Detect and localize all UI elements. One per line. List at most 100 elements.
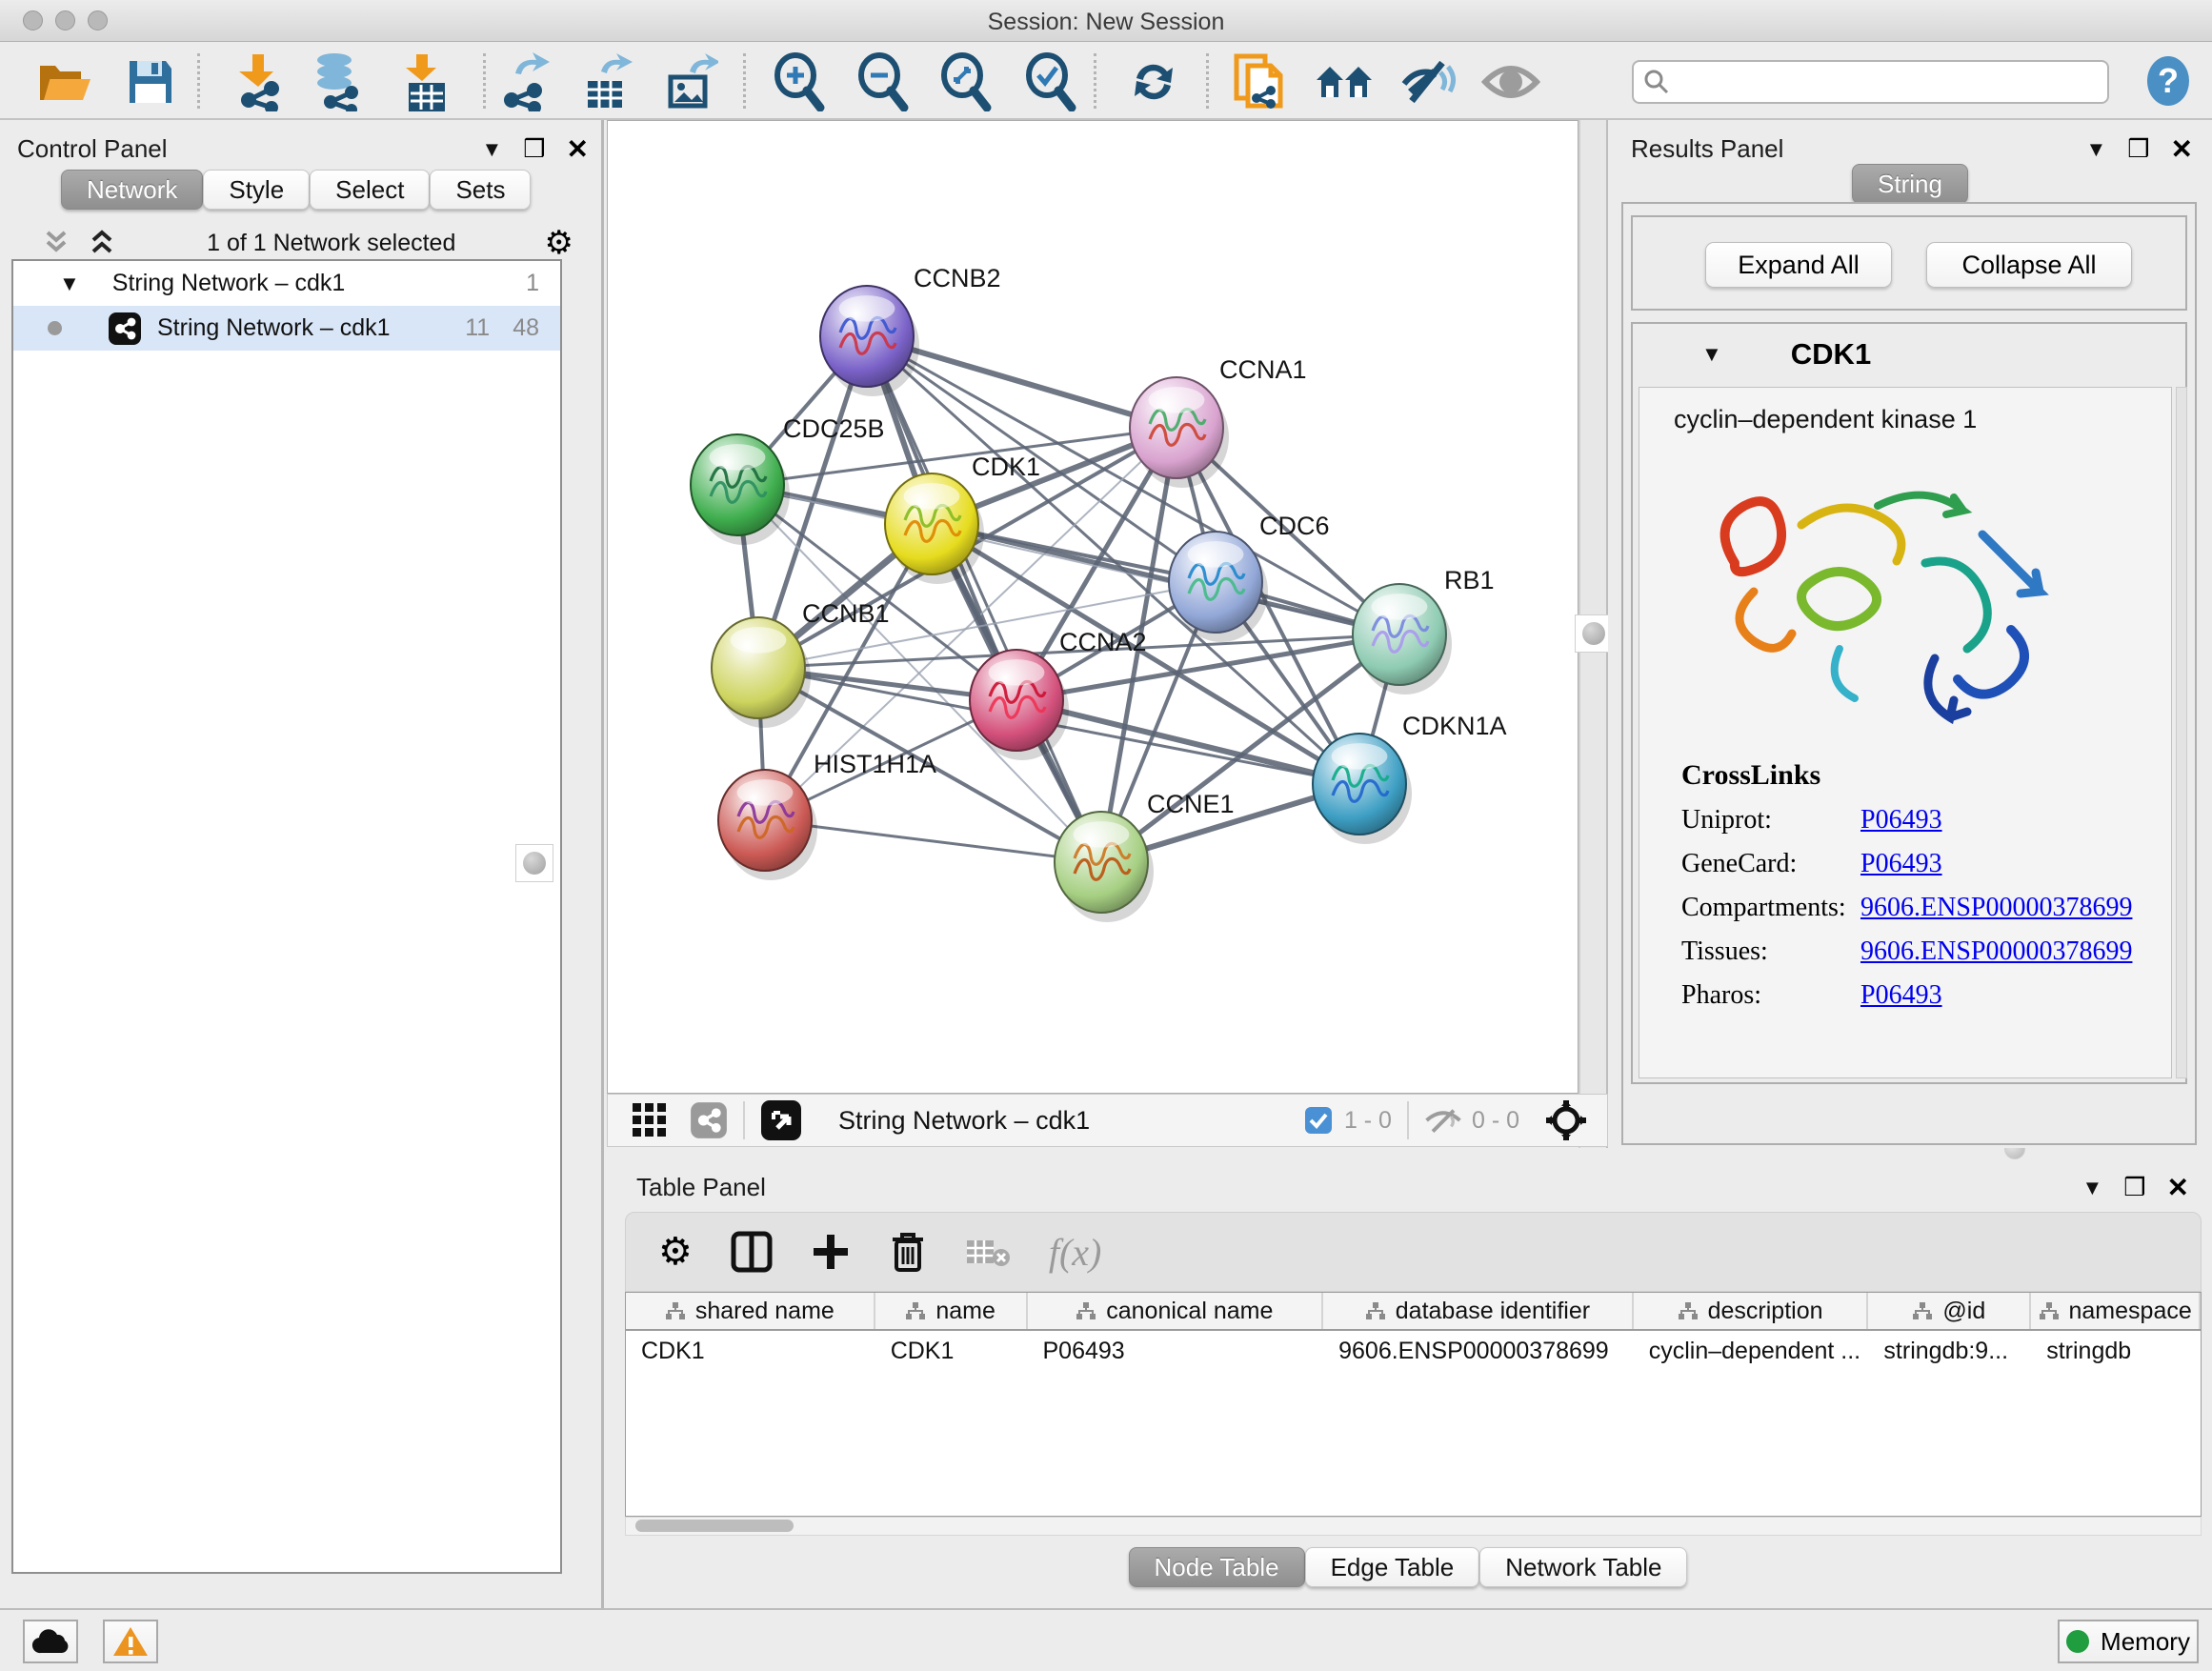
table-cell[interactable]: CDK1	[875, 1331, 1028, 1371]
zoom-out-icon[interactable]	[852, 51, 913, 112]
home-icon[interactable]	[1314, 51, 1375, 112]
panel-close-icon[interactable]: ✕	[567, 133, 589, 165]
selected-checkbox-icon[interactable]	[1304, 1106, 1333, 1135]
splitter-grip[interactable]	[1575, 614, 1613, 653]
table-options-gear-icon[interactable]: ⚙	[658, 1230, 693, 1274]
network-canvas[interactable]: CCNB2CCNA1CDC25BCDK1CDC6RB1CCNB1CCNA2CDK…	[607, 120, 1579, 1094]
search-box[interactable]	[1632, 60, 2109, 104]
tab-network[interactable]: Network	[61, 170, 203, 210]
panel-menu-icon[interactable]: ▼	[2081, 1176, 2102, 1200]
toolbar-separator	[197, 53, 200, 109]
panel-float-icon[interactable]: ❒	[523, 134, 545, 164]
crosslink-link[interactable]: P06493	[1860, 805, 1942, 836]
node-table[interactable]: shared namenamecanonical namedatabase id…	[625, 1292, 2202, 1517]
protein-node-CDKN1A[interactable]: CDKN1A	[1313, 712, 1507, 844]
protein-node-HIST1H1A[interactable]: HIST1H1A	[718, 750, 936, 880]
export-table-icon[interactable]	[574, 51, 635, 112]
delete-table-icon[interactable]	[965, 1235, 1011, 1269]
table-cell[interactable]: stringdb:9...	[1868, 1331, 2031, 1371]
cloud-button[interactable]	[23, 1620, 78, 1663]
zoom-fit-icon[interactable]	[935, 51, 995, 112]
entry-collapse-icon[interactable]: ▼	[1701, 342, 1722, 367]
collapse-all-tree-icon[interactable]	[40, 229, 72, 257]
function-builder-icon[interactable]: f(x)	[1049, 1230, 1102, 1275]
app-window: Session: New Session	[0, 0, 2212, 1671]
clone-network-icon[interactable]	[1229, 51, 1290, 112]
tab-style[interactable]: Style	[203, 170, 310, 210]
string-network-graph[interactable]: CCNB2CCNA1CDC25BCDK1CDC6RB1CCNB1CCNA2CDK…	[608, 121, 1578, 1093]
collapse-all-button[interactable]: Collapse All	[1926, 242, 2132, 288]
table-scrollbar[interactable]	[625, 1517, 2202, 1536]
hide-selected-icon[interactable]	[1398, 51, 1458, 112]
vertical-splitter[interactable]	[1579, 120, 1608, 1148]
save-icon[interactable]	[120, 51, 181, 112]
search-input[interactable]	[1670, 69, 2080, 95]
import-network-icon[interactable]	[228, 51, 289, 112]
table-cell[interactable]: stringdb	[2031, 1331, 2201, 1371]
column-header-description[interactable]: description	[1634, 1293, 1869, 1329]
network-options-gear-icon[interactable]: ⚙	[545, 224, 573, 262]
export-network-icon[interactable]	[493, 51, 553, 112]
table-cell[interactable]: P06493	[1028, 1331, 1324, 1371]
scrollbar-thumb[interactable]	[635, 1520, 794, 1532]
add-column-icon[interactable]	[811, 1232, 851, 1272]
expand-all-button[interactable]: Expand All	[1705, 242, 1892, 288]
tab-node-table[interactable]: Node Table	[1129, 1547, 1305, 1587]
protein-node-CDC6[interactable]: CDC6	[1169, 512, 1330, 642]
fit-selected-crosshair-icon[interactable]	[1544, 1098, 1588, 1142]
memory-label: Memory	[2101, 1627, 2190, 1657]
crosslink-link[interactable]: 9606.ENSP00000378699	[1860, 936, 2132, 967]
panel-menu-icon[interactable]: ▼	[481, 137, 502, 162]
protein-node-CCNE1[interactable]: CCNE1	[1055, 790, 1235, 922]
column-header-namespace[interactable]: namespace	[2031, 1293, 2201, 1329]
protein-node-RB1[interactable]: RB1	[1353, 566, 1495, 695]
zoom-in-icon[interactable]	[768, 51, 829, 112]
column-header-name[interactable]: name	[875, 1293, 1028, 1329]
refresh-icon[interactable]	[1123, 51, 1184, 112]
tab-edge-table[interactable]: Edge Table	[1305, 1547, 1480, 1587]
expand-all-tree-icon[interactable]	[86, 229, 118, 257]
panel-resize-grip[interactable]	[515, 844, 553, 882]
network-collection-row[interactable]: ▼ String Network – cdk1 1	[13, 261, 560, 306]
column-header-id[interactable]: @id	[1868, 1293, 2031, 1329]
panel-float-icon[interactable]: ❒	[2127, 134, 2149, 164]
import-database-icon[interactable]	[307, 51, 368, 112]
tab-select[interactable]: Select	[310, 170, 430, 210]
panel-float-icon[interactable]: ❒	[2123, 1173, 2145, 1202]
open-in-window-icon[interactable]	[760, 1099, 802, 1141]
protein-entry-header[interactable]: ▼ CDK1	[1633, 324, 2185, 385]
column-header-sharedname[interactable]: shared name	[626, 1293, 875, 1329]
tab-network-table[interactable]: Network Table	[1479, 1547, 1687, 1587]
panel-close-icon[interactable]: ✕	[2171, 133, 2193, 165]
memory-button[interactable]: Memory	[2058, 1620, 2199, 1663]
tab-string[interactable]: String	[1852, 164, 1968, 204]
import-table-icon[interactable]	[394, 51, 455, 112]
delete-column-icon[interactable]	[889, 1230, 927, 1274]
results-scrollbar[interactable]	[2176, 387, 2187, 1078]
zoom-selected-icon[interactable]	[1019, 51, 1080, 112]
table-cell[interactable]: CDK1	[626, 1331, 875, 1371]
open-folder-icon[interactable]	[34, 51, 95, 112]
export-image-icon[interactable]	[659, 51, 720, 112]
show-columns-icon[interactable]	[731, 1231, 773, 1273]
crosslink-link[interactable]: P06493	[1860, 980, 1942, 1011]
horizontal-splitter[interactable]	[604, 1148, 2212, 1162]
protein-node-CCNA1[interactable]: CCNA1	[1130, 355, 1307, 488]
show-eye-icon[interactable]	[1480, 51, 1541, 112]
tab-sets[interactable]: Sets	[430, 170, 531, 210]
panel-menu-icon[interactable]: ▼	[2085, 137, 2106, 162]
crosslink-link[interactable]: 9606.ENSP00000378699	[1860, 893, 2132, 923]
table-cell[interactable]: cyclin–dependent ...	[1634, 1331, 1869, 1371]
crosslink-link[interactable]: P06493	[1860, 849, 1942, 879]
birdseye-grid-icon[interactable]	[631, 1101, 669, 1139]
collection-expand-icon[interactable]: ▼	[59, 272, 80, 296]
network-row[interactable]: String Network – cdk1 11 48	[13, 306, 560, 351]
column-header-canonicalname[interactable]: canonical name	[1028, 1293, 1324, 1329]
column-header-databaseidentifier[interactable]: database identifier	[1323, 1293, 1634, 1329]
toolbar-separator	[1206, 53, 1209, 109]
warnings-button[interactable]	[103, 1620, 158, 1663]
table-cell[interactable]: 9606.ENSP00000378699	[1323, 1331, 1634, 1371]
panel-close-icon[interactable]: ✕	[2167, 1172, 2189, 1203]
table-row[interactable]: CDK1CDK1P064939606.ENSP00000378699cyclin…	[626, 1331, 2201, 1371]
help-icon[interactable]: ?	[2142, 54, 2195, 108]
